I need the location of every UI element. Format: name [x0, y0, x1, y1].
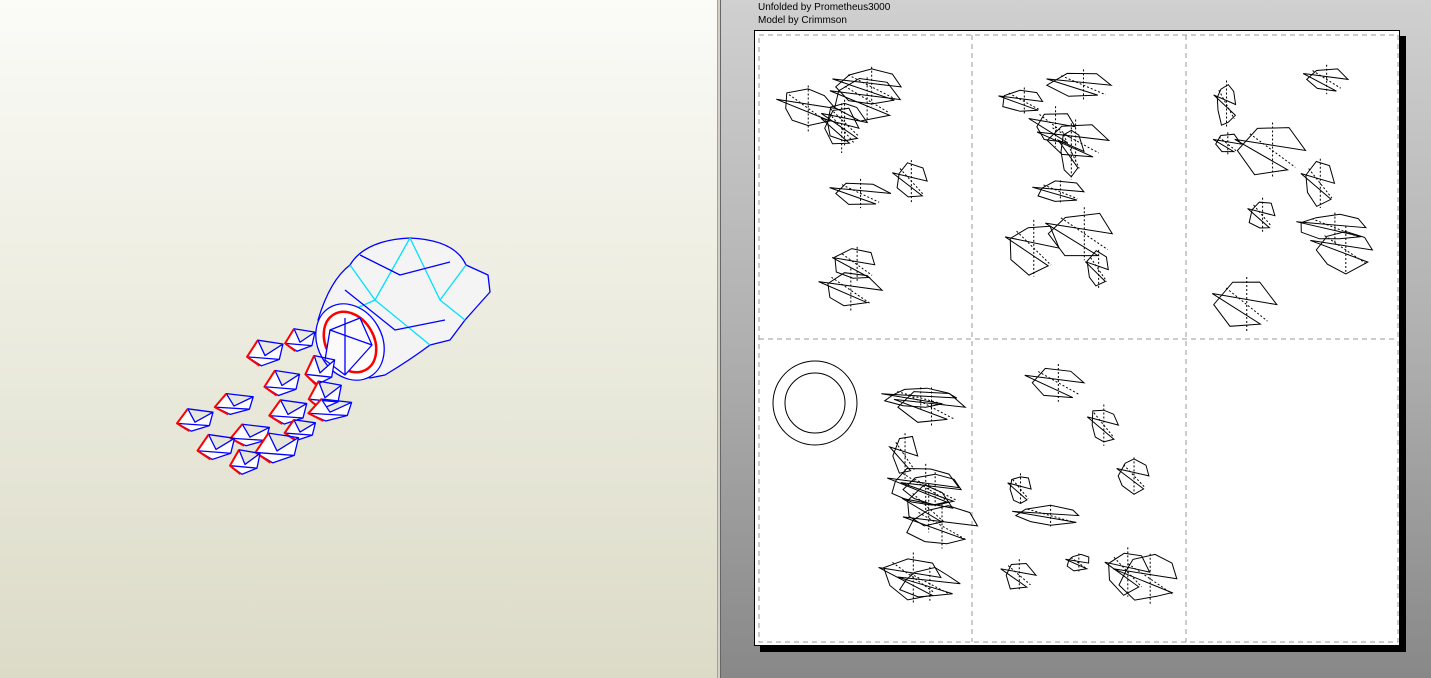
pattern-part[interactable] — [1004, 225, 1060, 276]
fold-line — [788, 85, 828, 132]
pattern-part[interactable] — [1086, 409, 1120, 443]
pattern-part[interactable] — [1310, 230, 1374, 275]
pattern-part[interactable] — [1302, 68, 1350, 92]
pattern-part[interactable] — [1116, 458, 1150, 495]
paper-sheet — [754, 30, 1400, 646]
finger-segment — [196, 433, 236, 461]
pattern-part[interactable] — [888, 435, 919, 474]
pattern-part[interactable] — [881, 387, 958, 408]
pattern-part[interactable] — [1036, 124, 1111, 158]
pattern-part[interactable] — [892, 162, 928, 198]
pattern-part[interactable] — [1007, 476, 1032, 504]
credit-model: Model by Crimmson — [758, 15, 847, 26]
pattern-part[interactable] — [829, 77, 902, 122]
credit-unfolded: Unfolded by Prometheus3000 — [758, 2, 891, 13]
pattern-part[interactable] — [1045, 212, 1114, 257]
pattern-part[interactable] — [1012, 504, 1080, 526]
pattern-part[interactable] — [1247, 201, 1276, 229]
finger-segment — [263, 369, 301, 397]
pattern-part[interactable] — [1032, 180, 1086, 202]
pattern-part[interactable] — [998, 89, 1044, 112]
fold-line — [1218, 80, 1235, 129]
3d-arm-model[interactable] — [0, 0, 717, 678]
pattern-part[interactable] — [1212, 281, 1278, 327]
2d-pattern-view[interactable]: Unfolded by Prometheus3000 Model by Crim… — [720, 0, 1431, 678]
page-grid — [758, 34, 1399, 643]
pattern-part[interactable] — [1213, 83, 1237, 126]
pattern-sheet — [758, 34, 1399, 643]
finger-segment — [246, 339, 284, 367]
gear-part — [772, 360, 858, 446]
pattern-part[interactable] — [1113, 553, 1178, 601]
pattern-part[interactable] — [1300, 160, 1336, 208]
fold-line — [1225, 276, 1268, 333]
pattern-part[interactable] — [1212, 133, 1243, 153]
3d-model-view[interactable] — [0, 0, 717, 678]
pattern-part[interactable] — [1065, 553, 1090, 572]
pattern-part[interactable] — [1045, 72, 1113, 97]
pattern-part[interactable] — [1024, 367, 1086, 399]
pattern-part[interactable] — [1000, 562, 1038, 590]
